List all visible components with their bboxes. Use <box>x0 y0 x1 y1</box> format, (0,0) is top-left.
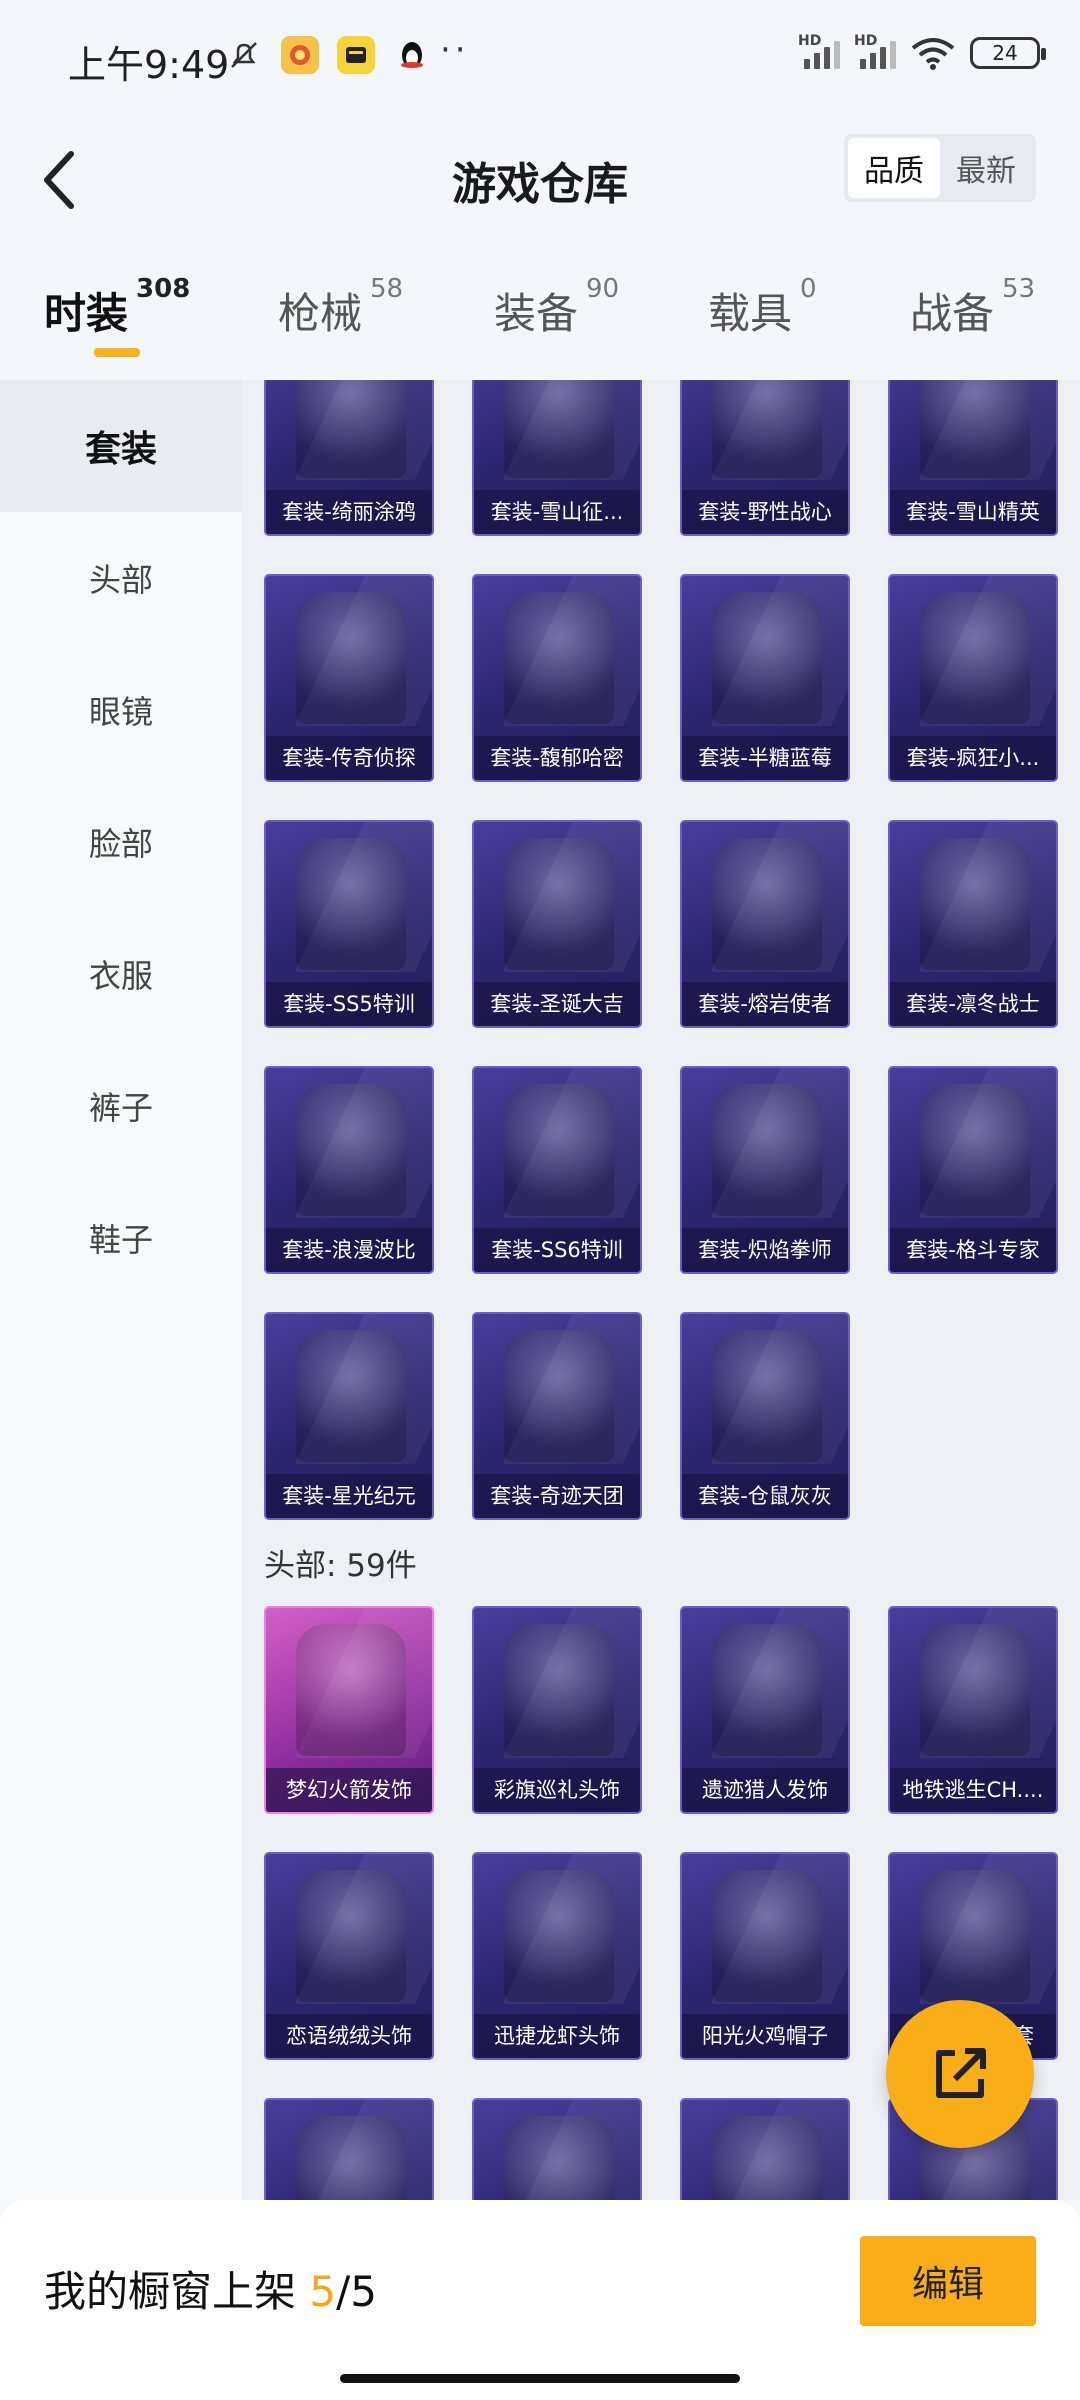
headwear-thumbnail <box>296 2116 406 2200</box>
outfit-thumbnail <box>296 592 406 724</box>
item-card[interactable]: 套装-圣诞大吉 <box>472 820 642 1028</box>
item-card[interactable] <box>264 2098 434 2200</box>
item-card[interactable]: 套装-绮丽涂鸦 <box>264 380 434 536</box>
top-app-bar: 游戏仓库 品质 最新 <box>0 120 1080 240</box>
outfit-thumbnail <box>504 1084 614 1216</box>
outfit-thumbnail <box>504 1330 614 1462</box>
headwear-thumbnail <box>504 2116 614 2200</box>
outfit-thumbnail <box>712 1084 822 1216</box>
showcase-bar: 我的橱窗上架 5/5 编辑 <box>0 2200 1080 2400</box>
outfit-thumbnail <box>296 380 406 478</box>
mute-bell-icon <box>225 36 263 74</box>
section-title-head: 头部: 59件 <box>264 1548 417 1584</box>
sidebar-item-shoes[interactable]: 鞋子 <box>0 1172 242 1304</box>
sort-quality-button[interactable]: 品质 <box>848 138 940 198</box>
item-card[interactable]: 迅捷龙虾头饰 <box>472 1852 642 2060</box>
item-card[interactable]: 套装-仓鼠灰灰 <box>680 1312 850 1520</box>
external-link-icon <box>936 2048 986 2098</box>
outfit-thumbnail <box>920 380 1030 478</box>
headwear-thumbnail <box>920 1870 1030 2002</box>
battery-icon: 24 <box>970 37 1046 69</box>
outfit-thumbnail <box>296 1084 406 1216</box>
item-card[interactable]: 套装-炽焰拳师 <box>680 1066 850 1274</box>
headwear-thumbnail <box>504 1870 614 2002</box>
news-app-icon <box>337 36 375 74</box>
item-card[interactable]: 套装-SS6特训 <box>472 1066 642 1274</box>
outfit-thumbnail <box>296 838 406 970</box>
item-card[interactable] <box>472 2098 642 2200</box>
tab-vehicles[interactable]: 载具 0 <box>708 274 817 341</box>
headwear-thumbnail <box>712 1870 822 2002</box>
status-time: 上午9:49 <box>68 43 230 87</box>
item-card[interactable]: 套装-馥郁哈密 <box>472 574 642 782</box>
outfit-thumbnail <box>920 838 1030 970</box>
wifi-icon <box>910 36 956 70</box>
item-card[interactable]: 套装-野性战心 <box>680 380 850 536</box>
game-app-icon <box>281 36 319 74</box>
signal-icon: HD <box>798 33 840 69</box>
signal-icon-2: HD <box>854 33 896 69</box>
item-card[interactable]: 套装-雪山精英 <box>888 380 1058 536</box>
outfit-thumbnail <box>920 592 1030 724</box>
sort-toggle: 品质 最新 <box>844 134 1036 202</box>
sort-latest-button[interactable]: 最新 <box>940 138 1032 198</box>
outfit-thumbnail <box>712 1330 822 1462</box>
edit-button[interactable]: 编辑 <box>860 2236 1036 2326</box>
item-card[interactable]: 恋语绒绒头饰 <box>264 1852 434 2060</box>
outfit-thumbnail <box>504 380 614 478</box>
outfit-thumbnail <box>504 592 614 724</box>
item-card[interactable]: 套装-星光纪元 <box>264 1312 434 1520</box>
item-card[interactable]: 套装-格斗专家 <box>888 1066 1058 1274</box>
item-card[interactable]: 套装-熔岩使者 <box>680 820 850 1028</box>
sidebar-item-pants[interactable]: 裤子 <box>0 1040 242 1172</box>
sub-category-sidebar: 套装 头部 眼镜 脸部 衣服 裤子 鞋子 <box>0 380 242 2200</box>
item-card[interactable]: 套装-雪山征... <box>472 380 642 536</box>
outfit-thumbnail <box>712 380 822 478</box>
item-card[interactable]: 套装-奇迹天团 <box>472 1312 642 1520</box>
more-notifications-icon: ·· <box>440 30 470 70</box>
item-card[interactable] <box>680 2098 850 2200</box>
headwear-thumbnail <box>712 1624 822 1756</box>
headwear-thumbnail <box>504 1624 614 1756</box>
headwear-thumbnail <box>712 2116 822 2200</box>
item-card[interactable]: 套装-SS5特训 <box>264 820 434 1028</box>
item-card[interactable]: 地铁逃生CH.... <box>888 1606 1058 1814</box>
tab-firearms[interactable]: 枪械 58 <box>278 274 403 341</box>
headwear-thumbnail <box>296 1870 406 2002</box>
outfit-thumbnail <box>296 1330 406 1462</box>
tab-supplies[interactable]: 战备 53 <box>910 274 1035 341</box>
item-card[interactable]: 套装-传奇侦探 <box>264 574 434 782</box>
sidebar-item-glasses[interactable]: 眼镜 <box>0 644 242 776</box>
outfit-thumbnail <box>712 838 822 970</box>
item-card[interactable]: 阳光火鸡帽子 <box>680 1852 850 2060</box>
item-card[interactable]: 套装-半糖蓝莓 <box>680 574 850 782</box>
item-card[interactable]: 套装-疯狂小... <box>888 574 1058 782</box>
outfit-thumbnail <box>712 592 822 724</box>
share-button[interactable] <box>886 2000 1034 2148</box>
item-grid: 套装-绮丽涂鸦 套装-雪山征... 套装-野性战心 套装-雪山精英 套装-传奇侦… <box>242 380 1080 2200</box>
category-tabs: 时装 308 枪械 58 装备 90 载具 0 战备 53 <box>0 240 1080 380</box>
item-card[interactable]: 遗迹猎人发饰 <box>680 1606 850 1814</box>
tab-fashion[interactable]: 时装 308 <box>44 274 190 341</box>
item-card[interactable]: 套装-凛冬战士 <box>888 820 1058 1028</box>
outfit-thumbnail <box>504 838 614 970</box>
item-card[interactable]: 套装-浪漫波比 <box>264 1066 434 1274</box>
active-tab-indicator <box>94 348 140 357</box>
sidebar-item-clothes[interactable]: 衣服 <box>0 908 242 1040</box>
status-bar: 上午9:49 ·· HD HD 24 <box>0 0 1080 120</box>
home-indicator[interactable] <box>340 2374 740 2383</box>
headwear-thumbnail <box>920 1624 1030 1756</box>
notification-icons <box>225 36 431 74</box>
tab-equipment[interactable]: 装备 90 <box>494 274 619 341</box>
outfit-thumbnail <box>920 1084 1030 1216</box>
sidebar-item-head[interactable]: 头部 <box>0 512 242 644</box>
showcase-status: 我的橱窗上架 5/5 <box>44 2267 377 2316</box>
item-card[interactable]: 彩旗巡礼头饰 <box>472 1606 642 1814</box>
system-indicators: HD HD 24 <box>798 33 1046 70</box>
qq-penguin-icon <box>393 36 431 74</box>
item-card[interactable]: 梦幻火箭发饰 <box>264 1606 434 1814</box>
sidebar-item-sets[interactable]: 套装 <box>0 380 242 512</box>
sidebar-item-face[interactable]: 脸部 <box>0 776 242 908</box>
headwear-thumbnail <box>296 1624 406 1756</box>
